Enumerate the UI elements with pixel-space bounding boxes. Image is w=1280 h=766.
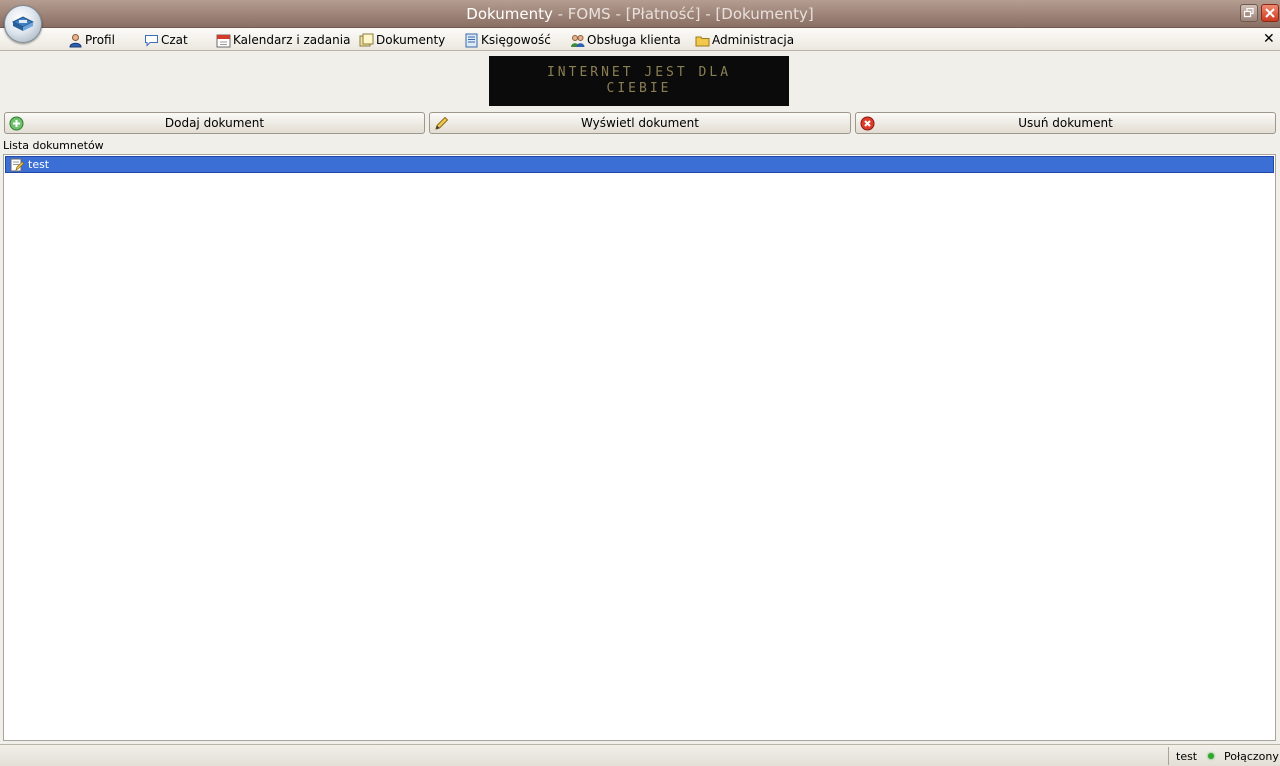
window-title: Dokumenty - FOMS - [Płatność] - [Dokumen…	[0, 5, 1280, 23]
calendar-icon	[216, 33, 231, 48]
title-bar[interactable]: Dokumenty - FOMS - [Płatność] - [Dokumen…	[0, 0, 1280, 28]
restore-icon	[1244, 8, 1254, 18]
connection-status-icon	[1208, 753, 1214, 759]
menu-item-dokumenty[interactable]: Dokumenty	[359, 32, 445, 48]
menu-bar: Profil Czat Kalendarz i zadania Dokument…	[0, 28, 1280, 51]
menu-item-ksiegowosc[interactable]: Księgowość	[464, 32, 551, 48]
restore-button[interactable]	[1240, 4, 1258, 22]
add-document-label: Dodaj dokument	[164, 116, 265, 130]
menu-item-label: Kalendarz i zadania	[233, 33, 351, 47]
menu-item-label: Obsługa klienta	[587, 33, 681, 47]
document-list[interactable]: test	[3, 154, 1276, 741]
app-logo-icon	[12, 16, 34, 31]
list-item-label: test	[28, 158, 50, 171]
menu-item-kalendarz[interactable]: Kalendarz i zadania	[216, 32, 350, 48]
menu-item-label: Dokumenty	[376, 33, 446, 47]
close-icon	[1265, 8, 1275, 18]
window-title-main: Dokumenty	[466, 5, 553, 23]
menu-item-label: Administracja	[712, 33, 795, 47]
chat-bubble-icon	[144, 33, 159, 48]
app-menu-button[interactable]	[4, 5, 42, 43]
menu-item-label: Księgowość	[481, 33, 551, 47]
plus-circle-icon	[9, 116, 24, 131]
status-bar: test Połączony	[0, 744, 1280, 766]
menu-item-label: Profil	[85, 33, 115, 47]
status-separator	[1168, 747, 1169, 765]
view-document-button[interactable]: Wyświetl dokument	[429, 112, 851, 134]
close-icon: ✕	[1263, 31, 1275, 47]
banner-line-2: CIEBIE	[606, 81, 672, 96]
delete-x-icon	[860, 116, 875, 131]
menu-item-obsluga-klienta[interactable]: Obsługa klienta	[570, 32, 681, 48]
menu-item-label: Czat	[161, 33, 188, 47]
ledger-icon	[464, 33, 479, 48]
status-user: test	[1176, 750, 1198, 763]
menu-item-profil[interactable]: Profil	[68, 32, 115, 48]
customers-icon	[570, 33, 585, 48]
menu-item-czat[interactable]: Czat	[144, 32, 188, 48]
add-document-button[interactable]: Dodaj dokument	[4, 112, 425, 134]
document-edit-icon	[10, 158, 24, 172]
close-tab-button[interactable]: ✕	[1263, 31, 1275, 47]
user-icon	[68, 33, 83, 48]
connection-status: Połączony	[1224, 750, 1279, 763]
pencil-icon	[434, 116, 449, 131]
banner-line-1: INTERNET JEST DLA	[546, 65, 732, 80]
documents-icon	[359, 33, 374, 48]
delete-document-button[interactable]: Usuń dokument	[855, 112, 1276, 134]
folder-icon	[695, 33, 710, 48]
delete-document-label: Usuń dokument	[1018, 116, 1113, 130]
list-item[interactable]: test	[5, 156, 1274, 173]
view-document-label: Wyświetl dokument	[581, 116, 699, 130]
window-close-button[interactable]	[1261, 4, 1279, 22]
banner-ad[interactable]: INTERNET JEST DLA CIEBIE	[489, 56, 789, 106]
document-list-label: Lista dokumnetów	[3, 139, 104, 152]
menu-item-administracja[interactable]: Administracja	[695, 32, 794, 48]
window-title-rest: - FOMS - [Płatność] - [Dokumenty]	[552, 5, 814, 23]
